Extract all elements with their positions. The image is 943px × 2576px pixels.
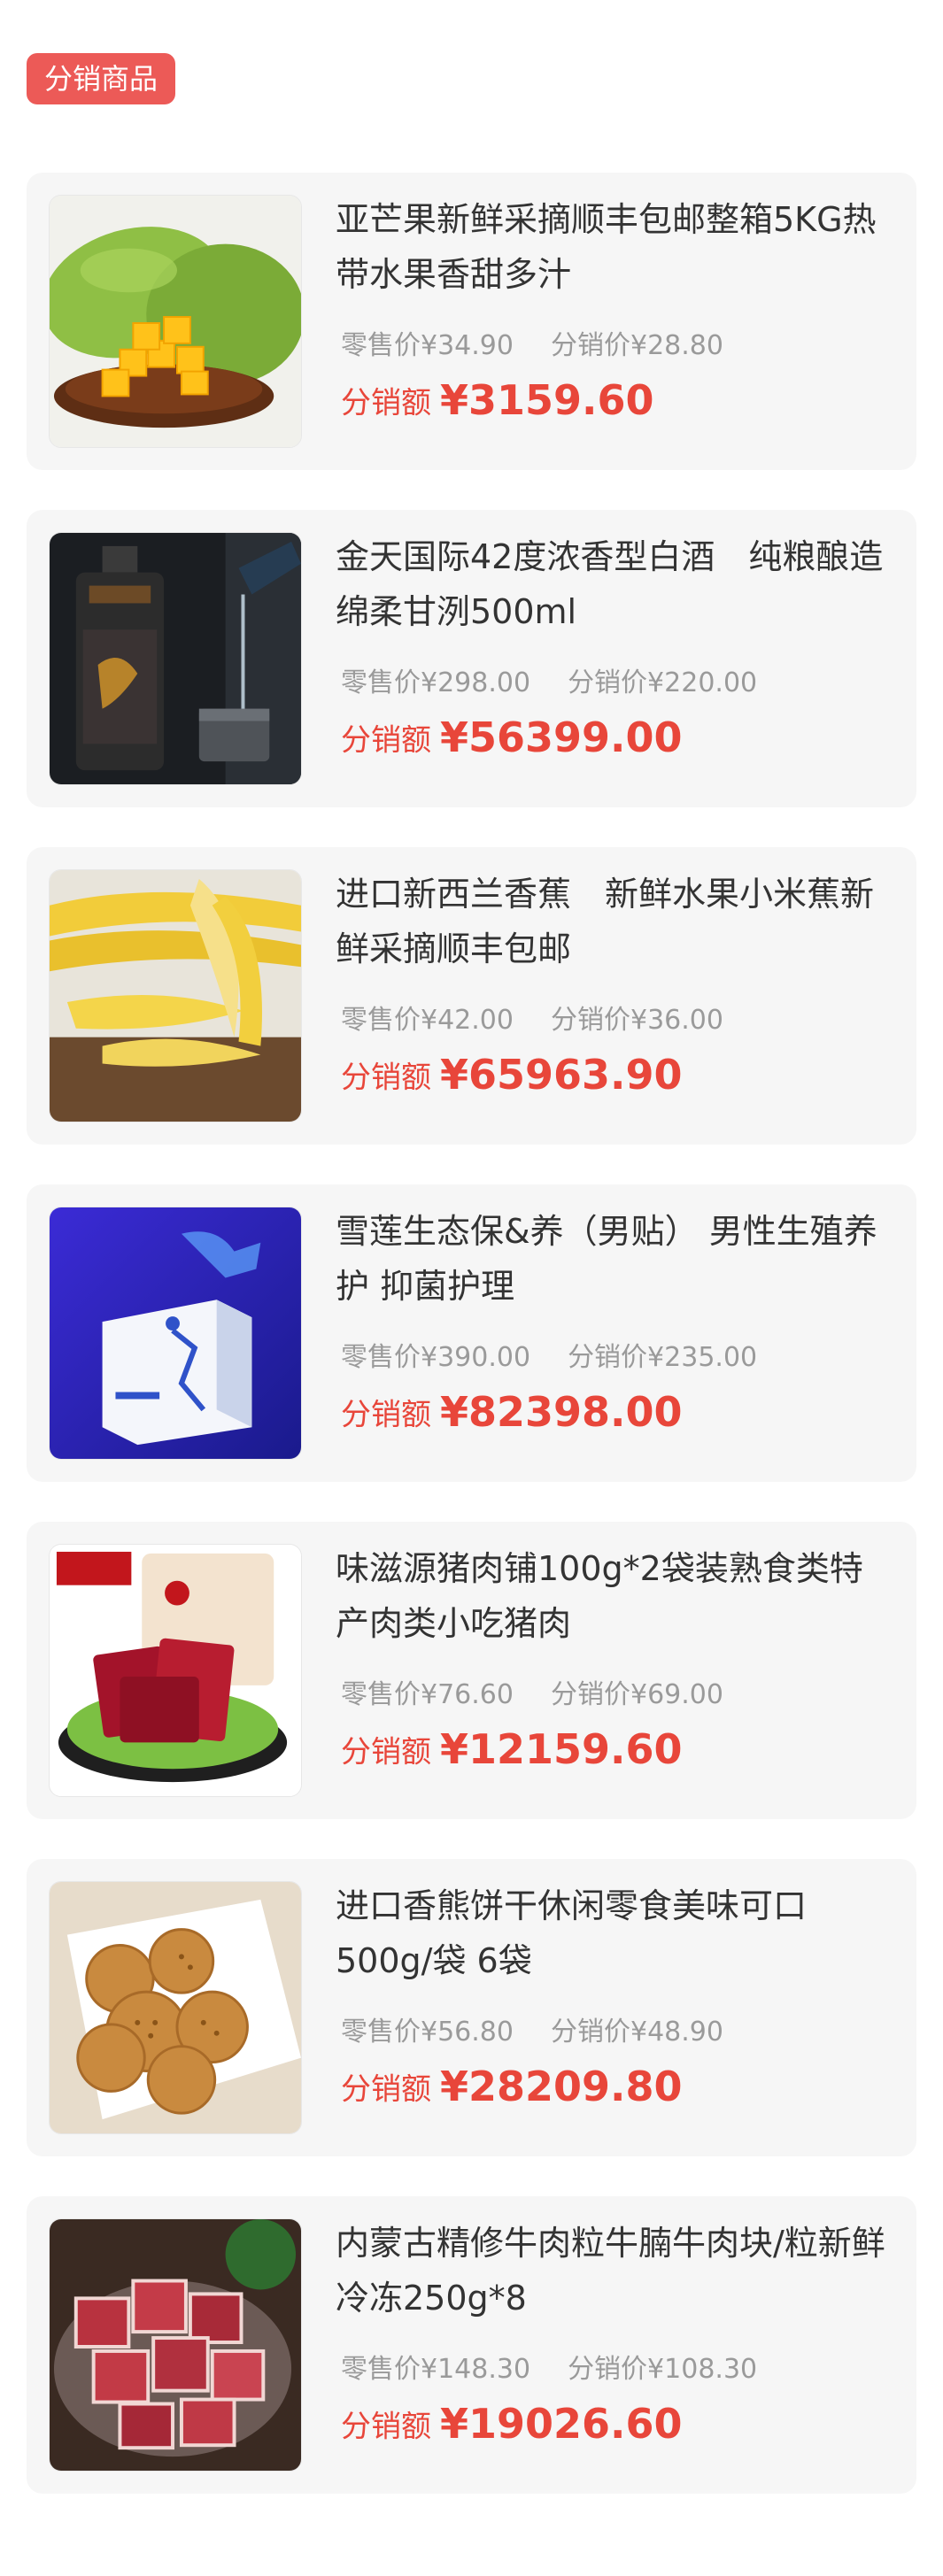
distribution-total-label: 分销额 <box>341 2409 431 2445</box>
banana-image <box>49 869 302 1122</box>
distribution-total-label: 分销额 <box>341 1397 431 1433</box>
beef-cubes-image <box>49 2218 302 2472</box>
distribution-total-label: 分销额 <box>341 1060 431 1096</box>
product-title: 进口新西兰香蕉 新鲜水果小米蕉新鲜采摘顺丰包邮 <box>336 875 875 968</box>
distribution-price: 分销价¥235.00 <box>568 1342 758 1373</box>
product-card-health[interactable]: 雪莲生态保&养（男贴） 男性生殖养护 抑菌护理 零售价¥390.00 分销价¥23… <box>27 1184 916 1482</box>
liquor-image <box>49 532 302 785</box>
product-title: 内蒙古精修牛肉粒牛腩牛肉块/粒新鲜冷冻250g*8 <box>336 2224 885 2318</box>
product-card-banana[interactable]: 进口新西兰香蕉 新鲜水果小米蕉新鲜采摘顺丰包邮 零售价¥42.00 分销价¥36.… <box>27 847 916 1145</box>
distribution-price: 分销价¥36.00 <box>550 1005 723 1036</box>
distribution-total-value: ¥82398.00 <box>440 1388 683 1436</box>
retail-price: 零售价¥148.30 <box>341 2354 531 2385</box>
distribution-total-value: ¥12159.60 <box>440 1725 683 1773</box>
retail-price: 零售价¥298.00 <box>341 667 531 698</box>
distribution-total-label: 分销额 <box>341 722 431 759</box>
distribution-total-value: ¥19026.60 <box>440 2400 683 2448</box>
product-card-pork-jerky[interactable]: 味滋源猪肉铺100g*2袋装熟食类特产肉类小吃猪肉 零售价¥76.60 分销价¥6… <box>27 1522 916 1819</box>
product-card-beef[interactable]: 内蒙古精修牛肉粒牛腩牛肉块/粒新鲜冷冻250g*8 零售价¥148.30 分销价¥… <box>27 2196 916 2494</box>
retail-price: 零售价¥56.80 <box>341 2017 514 2048</box>
distribution-total-label: 分销额 <box>341 1734 431 1770</box>
mango-image <box>49 195 302 448</box>
distribution-total-value: ¥3159.60 <box>440 376 654 424</box>
distribution-goods-tag: 分销商品 <box>27 53 176 104</box>
product-title: 味滋源猪肉铺100g*2袋装熟食类特产肉类小吃猪肉 <box>336 1549 863 1643</box>
product-title: 亚芒果新鲜采摘顺丰包邮整箱5KG热带水果香甜多汁 <box>336 200 877 294</box>
product-list: 亚芒果新鲜采摘顺丰包邮整箱5KG热带水果香甜多汁 零售价¥34.90 分销价¥28… <box>27 173 916 2534</box>
distribution-total-value: ¥28209.80 <box>440 2063 683 2110</box>
distribution-price: 分销价¥28.80 <box>550 330 723 361</box>
product-card-mango[interactable]: 亚芒果新鲜采摘顺丰包邮整箱5KG热带水果香甜多汁 零售价¥34.90 分销价¥28… <box>27 173 916 470</box>
retail-price: 零售价¥390.00 <box>341 1342 531 1373</box>
product-card-liquor[interactable]: 金天国际42度浓香型白酒 纯粮酿造 绵柔甘洌500ml 零售价¥298.00 分销… <box>27 510 916 807</box>
distribution-price: 分销价¥220.00 <box>568 667 758 698</box>
health-box-image <box>49 1207 302 1460</box>
retail-price: 零售价¥34.90 <box>341 330 514 361</box>
distribution-total-label: 分销额 <box>341 2071 431 2108</box>
product-card-biscuit[interactable]: 进口香熊饼干休闲零食美味可口500g/袋 6袋 零售价¥56.80 分销价¥48.… <box>27 1859 916 2156</box>
distribution-total-label: 分销额 <box>341 385 431 421</box>
product-title: 金天国际42度浓香型白酒 纯粮酿造 绵柔甘洌500ml <box>336 537 884 631</box>
retail-price: 零售价¥76.60 <box>341 1679 514 1710</box>
distribution-price: 分销价¥69.00 <box>550 1679 723 1710</box>
distribution-price: 分销价¥108.30 <box>568 2354 758 2385</box>
retail-price: 零售价¥42.00 <box>341 1005 514 1036</box>
pork-jerky-image <box>49 1544 302 1797</box>
distribution-total-value: ¥56399.00 <box>440 713 683 761</box>
product-title: 进口香熊饼干休闲零食美味可口500g/袋 6袋 <box>336 1886 808 1980</box>
distribution-total-value: ¥65963.90 <box>440 1051 683 1099</box>
product-title: 雪莲生态保&养（男贴） 男性生殖养护 抑菌护理 <box>336 1212 877 1306</box>
biscuit-image <box>49 1881 302 2134</box>
distribution-price: 分销价¥48.90 <box>550 2017 723 2048</box>
